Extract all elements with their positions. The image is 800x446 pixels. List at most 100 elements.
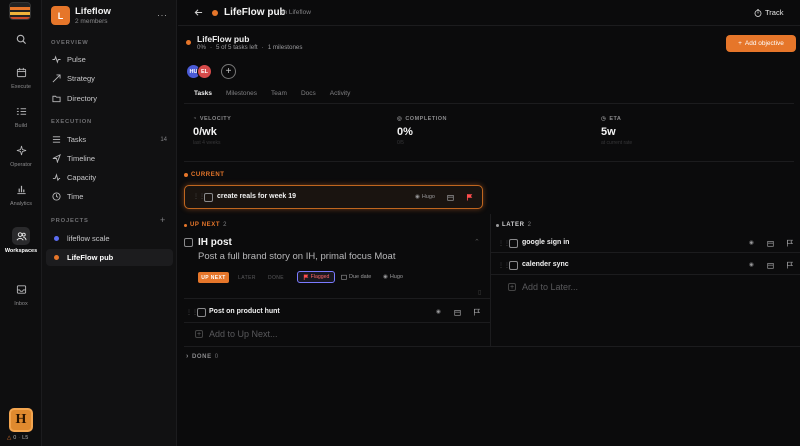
group-label: LATER: [502, 222, 525, 228]
rail-inbox[interactable]: Inbox: [0, 280, 42, 307]
add-objective-label: Add objective: [744, 40, 784, 47]
track-button[interactable]: Track: [754, 8, 783, 17]
rail-execute[interactable]: Execute: [0, 63, 42, 90]
stat-velocity: ◔ VELOCITY 0/wk last 4 weeks: [193, 116, 231, 146]
current-task-row[interactable]: ⋮⋮ create reals for week 19 ◉ Hugo: [184, 185, 483, 209]
stat-sub: last 4 weeks: [193, 140, 221, 146]
sidebar-item-tasks[interactable]: Tasks 14: [46, 131, 173, 148]
member-avatar[interactable]: EL: [197, 64, 212, 79]
assignee-icon[interactable]: ◉: [749, 240, 754, 246]
rail-search[interactable]: [0, 30, 42, 48]
add-up-next-input[interactable]: + Add to Up Next...: [195, 329, 278, 339]
calendar-icon[interactable]: [454, 309, 461, 316]
done-header[interactable]: › DONE 0: [186, 353, 219, 360]
task-description[interactable]: Post a full brand story on IH, primal fo…: [198, 251, 395, 262]
assignee-icon[interactable]: ◉: [749, 262, 754, 268]
rail-label-execute: Execute: [11, 84, 31, 90]
app-rail: Execute Build Operator Analytics Workspa…: [0, 0, 42, 446]
stats-divider: [184, 161, 794, 162]
assignee-icon[interactable]: ◉: [436, 309, 441, 315]
task-checkbox[interactable]: [184, 238, 193, 247]
bar-chart-icon: [12, 180, 30, 198]
group-count: 2: [223, 222, 228, 228]
stopwatch-icon: [754, 8, 762, 17]
status-later-button[interactable]: LATER: [233, 272, 261, 283]
stat-value: 0%: [397, 126, 413, 138]
task-title[interactable]: create reals for week 19: [217, 193, 296, 200]
app-logo[interactable]: [9, 2, 31, 20]
task-title[interactable]: calender sync: [522, 261, 569, 268]
completion-icon: ◎: [397, 116, 403, 122]
workspace-name[interactable]: Lifeflow: [75, 6, 111, 17]
sidebar-item-capacity[interactable]: Capacity: [46, 169, 173, 186]
flag-icon[interactable]: [466, 193, 473, 201]
project-tasks-left: 5 of 5 tasks left: [216, 44, 258, 51]
task-title[interactable]: Post on product hunt: [209, 308, 280, 315]
user-avatar[interactable]: H: [9, 408, 33, 432]
status-done-button[interactable]: DONE: [263, 272, 289, 283]
flag-outline-icon[interactable]: [786, 261, 793, 269]
add-member-button[interactable]: +: [221, 64, 236, 79]
rail-footer: △ 0 · L5: [7, 435, 29, 441]
rail-operator[interactable]: Operator: [0, 141, 42, 168]
sidebar-item-strategy[interactable]: Strategy: [46, 70, 173, 87]
rail-label-analytics: Analytics: [9, 201, 32, 207]
assignee-chip[interactable]: ◉ Hugo: [415, 194, 435, 200]
flag-label: Flagged: [310, 274, 330, 280]
rail-analytics[interactable]: Analytics: [0, 180, 42, 207]
sidebar-item-directory[interactable]: Directory: [46, 90, 173, 107]
project-color-dot: [53, 236, 59, 241]
workspace-badge[interactable]: L: [51, 6, 70, 25]
row-divider: [184, 322, 490, 323]
delete-icon[interactable]: ▯: [478, 289, 481, 296]
task-title-expanded[interactable]: IH post: [198, 237, 232, 248]
task-checkbox[interactable]: [509, 261, 518, 270]
rail-build[interactable]: Build: [0, 102, 42, 129]
sidebar-item-label: Timeline: [67, 154, 96, 163]
tab-activity[interactable]: Activity: [330, 90, 351, 104]
sidebar-item-lifeflow-pub[interactable]: LifeFlow pub: [46, 249, 173, 266]
task-checkbox[interactable]: [204, 193, 213, 202]
collapse-icon[interactable]: ⌃: [474, 238, 480, 246]
task-checkbox[interactable]: [509, 239, 518, 248]
status-up-next-button[interactable]: UP NEXT: [198, 272, 229, 283]
flag-outline-icon[interactable]: [786, 239, 793, 247]
more-options-icon[interactable]: ···: [157, 10, 168, 20]
velocity-icon: ◔: [193, 116, 197, 122]
clock-icon: [51, 192, 61, 202]
back-arrow-icon[interactable]: [194, 8, 203, 17]
tab-team[interactable]: Team: [271, 90, 287, 104]
add-objective-button[interactable]: + Add objective: [726, 35, 796, 52]
breadcrumb[interactable]: in Lifeflow: [282, 9, 311, 16]
tab-docs[interactable]: Docs: [301, 90, 316, 104]
add-project-icon[interactable]: +: [160, 215, 165, 225]
flag-outline-icon[interactable]: [473, 308, 480, 316]
status-dot: [184, 173, 188, 177]
sidebar-item-timeline[interactable]: Timeline: [46, 150, 173, 167]
tab-tasks[interactable]: Tasks: [194, 90, 212, 104]
task-title[interactable]: google sign in: [522, 239, 569, 246]
calendar-icon[interactable]: [767, 262, 774, 269]
status-dot: [496, 223, 499, 227]
add-later-input[interactable]: + Add to Later...: [508, 282, 578, 292]
upnext-header: UP NEXT 2: [184, 222, 227, 228]
task-checkbox[interactable]: [197, 308, 206, 317]
due-date-button[interactable]: Due date: [341, 274, 371, 280]
sidebar-item-label: LifeFlow pub: [67, 253, 114, 262]
search-icon: [12, 30, 30, 48]
assignee-chip[interactable]: ◉ Hugo: [383, 274, 403, 280]
sidebar-item-lifeflow-scale[interactable]: lifeflow scale: [46, 230, 173, 247]
flame-icon: △: [7, 435, 12, 441]
streak-count: 0: [13, 435, 17, 441]
flagged-button[interactable]: Flagged: [297, 271, 335, 283]
row-divider: [184, 298, 490, 299]
workspace-member-count: 2 members: [75, 18, 108, 25]
sidebar-item-pulse[interactable]: Pulse: [46, 51, 173, 68]
rail-workspaces[interactable]: Workspaces: [0, 227, 42, 254]
calendar-icon[interactable]: [447, 194, 454, 201]
calendar-icon[interactable]: [767, 240, 774, 247]
tab-milestones[interactable]: Milestones: [226, 90, 257, 104]
sidebar-item-time[interactable]: Time: [46, 188, 173, 205]
flag-icon: [303, 274, 309, 280]
people-icon: [12, 227, 30, 245]
